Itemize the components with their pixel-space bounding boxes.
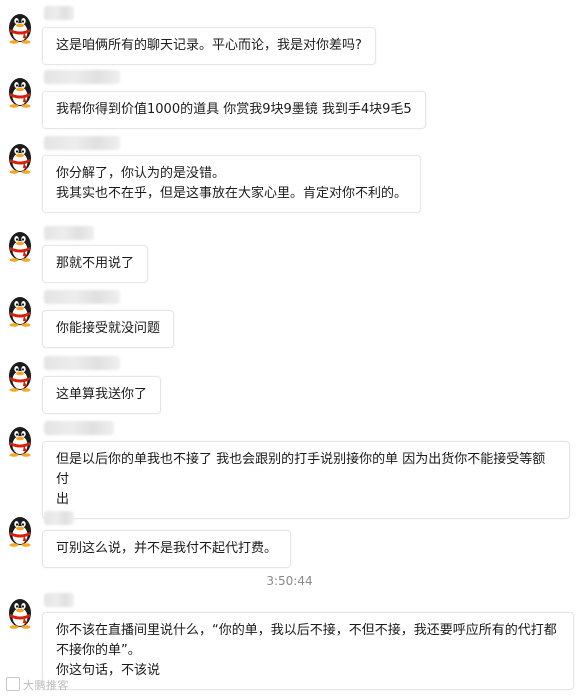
- message-bubble[interactable]: 那就不用说了: [42, 245, 149, 283]
- qq-penguin-icon: [9, 599, 31, 629]
- timestamp: 3:50:44: [266, 574, 313, 588]
- avatar[interactable]: [5, 74, 35, 108]
- message-bubble[interactable]: 你能接受就没问题: [42, 310, 175, 348]
- sender-name-blurred: [44, 136, 120, 150]
- message-bubble[interactable]: 你分解了，你认为的是没错。 我其实也不在乎，但是这事放在大家心里。肯定对你不利的…: [42, 155, 422, 213]
- avatar[interactable]: [5, 513, 35, 547]
- sender-name-blurred: [44, 421, 114, 435]
- qq-penguin-icon: [9, 14, 31, 44]
- qq-penguin-icon: [9, 517, 31, 547]
- qq-penguin-icon: [9, 144, 31, 174]
- qq-penguin-icon: [9, 78, 31, 108]
- watermark: 大鹏推客: [6, 677, 69, 693]
- avatar[interactable]: [5, 358, 35, 392]
- avatar[interactable]: [5, 423, 35, 457]
- avatar[interactable]: [5, 595, 35, 629]
- sender-name-blurred: [44, 593, 74, 607]
- sender-name-blurred: [44, 511, 74, 525]
- message-bubble[interactable]: 这单算我送你了: [42, 376, 162, 414]
- message-bubble[interactable]: 可别这么说，并不是我付不起代打费。: [42, 530, 292, 568]
- message-bubble[interactable]: 你不该在直播间里说什么，“你的单，我以后不接，不但不接，我还要呼应所有的代打都 …: [42, 612, 574, 690]
- sender-name-blurred: [44, 356, 120, 370]
- watermark-logo-icon: [6, 677, 20, 691]
- watermark-text: 大鹏推客: [23, 679, 69, 692]
- sender-name-blurred: [44, 226, 94, 240]
- message-bubble[interactable]: 但是以后你的单我也不接了 我也会跟别的打手说别接你的单 因为出货你不能接受等额付…: [42, 441, 570, 519]
- sender-name-blurred: [44, 6, 74, 20]
- avatar[interactable]: [5, 10, 35, 44]
- avatar[interactable]: [5, 140, 35, 174]
- message-bubble[interactable]: 我帮你得到价值1000的道具 你赏我9块9墨镜 我到手4块9毛5: [42, 91, 426, 129]
- chat-history: 这是咱俩所有的聊天记录。平心而论，我是对你差吗? 我帮你得到价值1000的道具 …: [0, 0, 579, 698]
- sender-name-blurred: [44, 290, 120, 304]
- avatar[interactable]: [5, 228, 35, 262]
- avatar[interactable]: [5, 293, 35, 327]
- message-bubble[interactable]: 这是咱俩所有的聊天记录。平心而论，我是对你差吗?: [42, 27, 376, 65]
- qq-penguin-icon: [9, 297, 31, 327]
- qq-penguin-icon: [9, 232, 31, 262]
- qq-penguin-icon: [9, 427, 31, 457]
- qq-penguin-icon: [9, 362, 31, 392]
- sender-name-blurred: [44, 70, 120, 84]
